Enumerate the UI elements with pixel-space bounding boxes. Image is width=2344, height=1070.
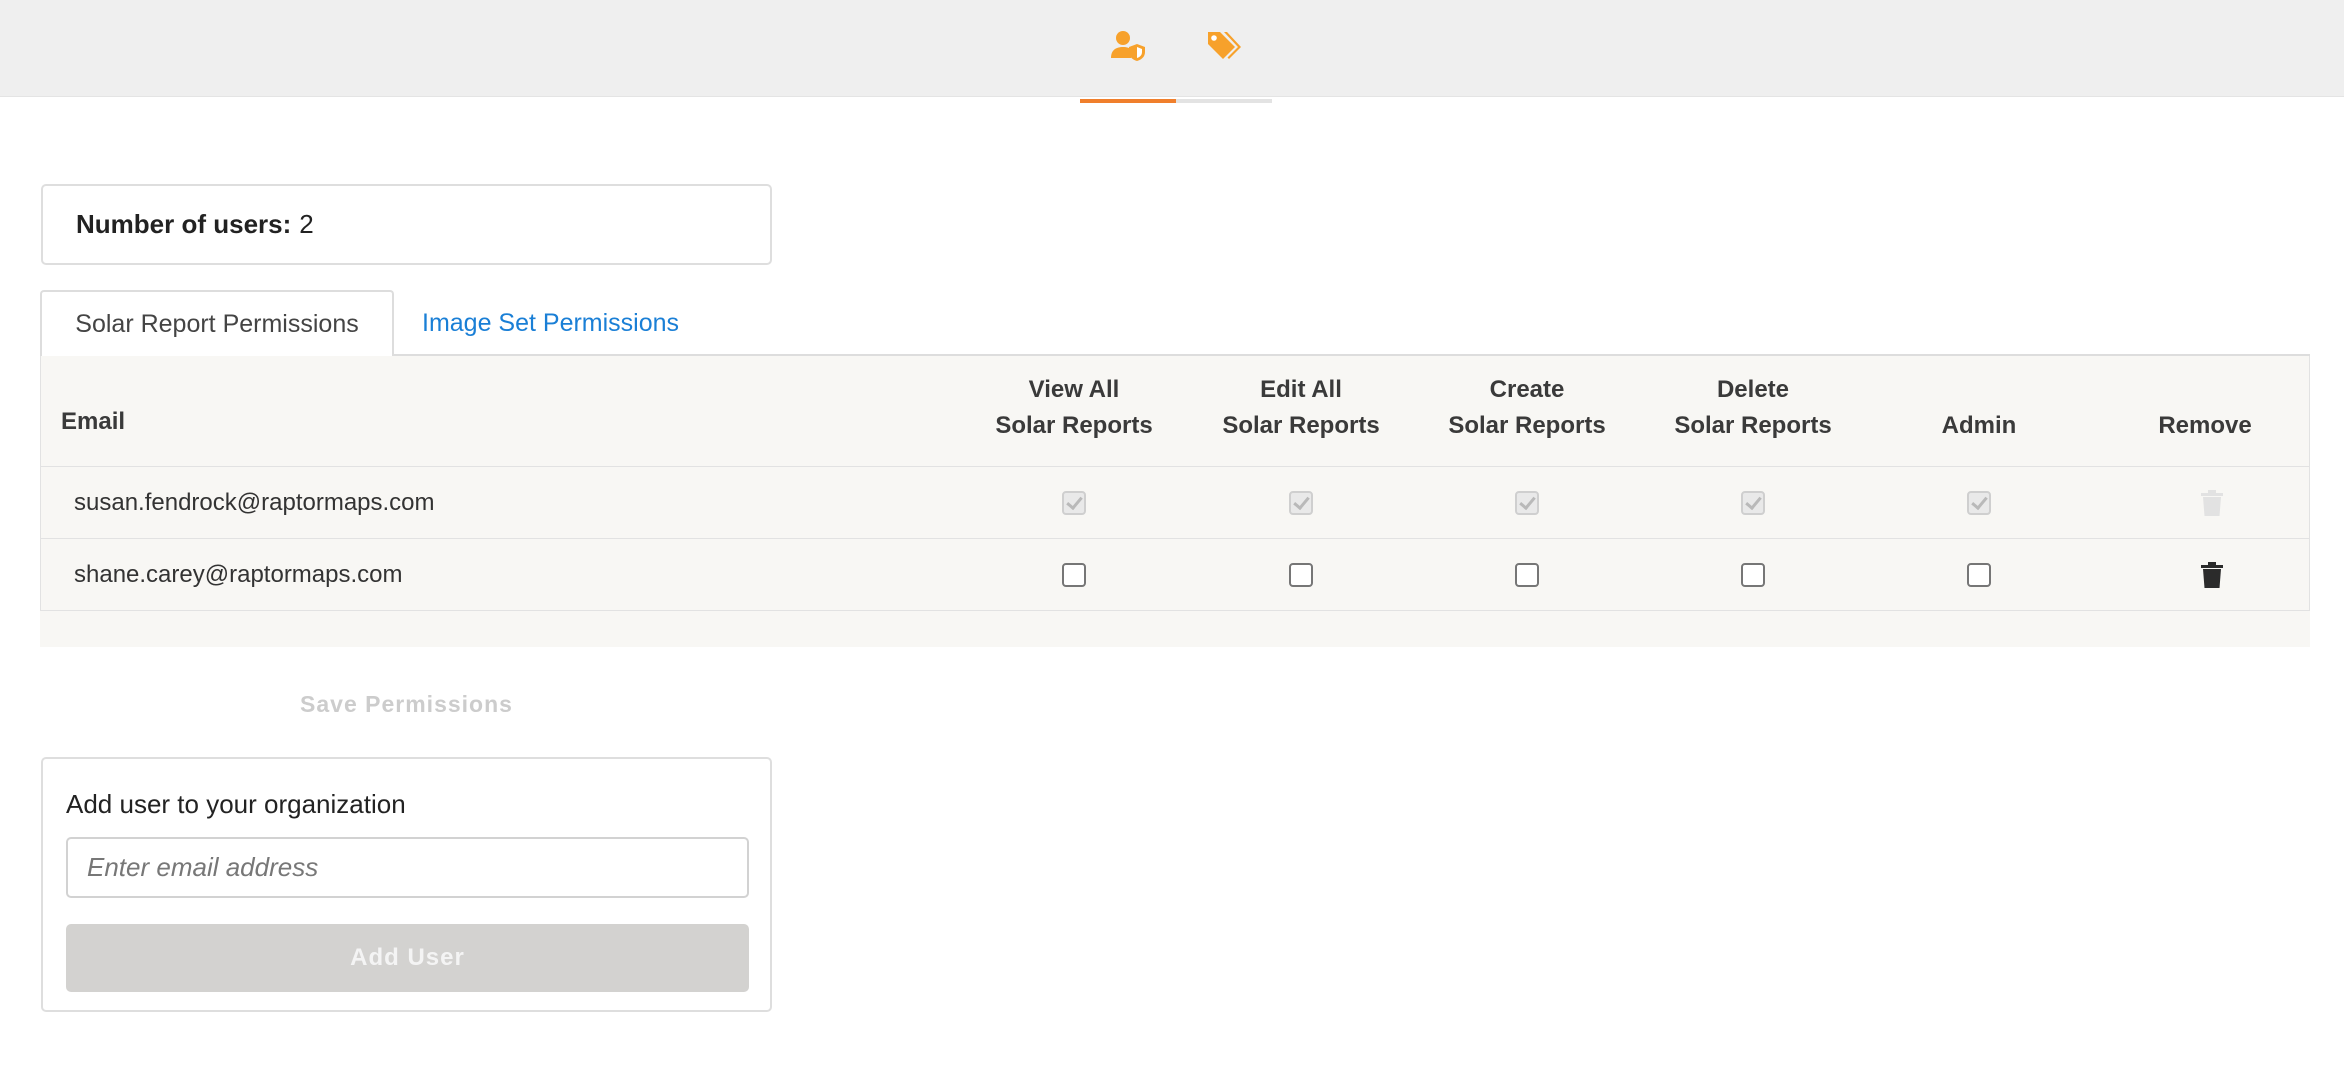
column-header-admin: Admin [1941,412,2017,439]
column-header-email: Email [61,408,126,435]
add-user-panel: Add user to your organization Add User [41,757,772,1012]
user-email: susan.fendrock@raptormaps.com [74,489,435,516]
add-user-title: Add user to your organization [66,789,406,819]
column-header-remove: Remove [2158,412,2252,439]
edit-all-checkbox [1289,491,1313,515]
trash-icon [2201,490,2223,516]
delete-checkbox [1741,491,1765,515]
email-input[interactable] [66,837,749,898]
permissions-table: Email View All Solar Reports Edit All So… [40,356,2310,611]
user-shield-icon [1111,31,1145,61]
remove-user-button[interactable] [2152,539,2272,611]
edit-all-checkbox[interactable] [1289,563,1313,587]
tab-solar-report-permissions[interactable]: Solar Report Permissions [40,290,394,358]
table-header: Email View All Solar Reports Edit All So… [41,356,2309,467]
column-header-edit-all: Edit All Solar Reports [1222,376,1380,439]
create-checkbox[interactable] [1515,563,1539,587]
permissions-table-panel: Email View All Solar Reports Edit All So… [40,356,2310,647]
column-header-create: Create Solar Reports [1448,376,1606,439]
add-user-button[interactable]: Add User [66,924,749,992]
column-header-delete: Delete Solar Reports [1674,376,1832,439]
user-count-summary: Number of users: 2 [41,184,772,265]
user-email: shane.carey@raptormaps.com [74,561,403,588]
admin-checkbox [1967,491,1991,515]
column-header-view-all: View All Solar Reports [995,376,1153,439]
tab-image-set-permissions[interactable]: Image Set Permissions [422,290,679,356]
user-count-value: 2 [299,209,314,239]
trash-icon [2201,562,2223,588]
create-checkbox [1515,491,1539,515]
user-count-label: Number of users: [76,209,292,239]
delete-checkbox[interactable] [1741,563,1765,587]
top-nav-bar [0,0,2344,103]
save-permissions-button[interactable]: Save Permissions [41,683,772,725]
nav-tab-users[interactable] [1080,0,1176,103]
permission-tabs: Solar Report Permissions Image Set Permi… [40,290,2310,358]
table-row: shane.carey@raptormaps.com [41,539,2309,611]
view-all-checkbox [1062,491,1086,515]
tags-icon [1208,32,1241,59]
admin-checkbox[interactable] [1967,563,1991,587]
table-row: susan.fendrock@raptormaps.com [41,467,2309,539]
nav-tab-tags[interactable] [1176,0,1272,103]
view-all-checkbox[interactable] [1062,563,1086,587]
